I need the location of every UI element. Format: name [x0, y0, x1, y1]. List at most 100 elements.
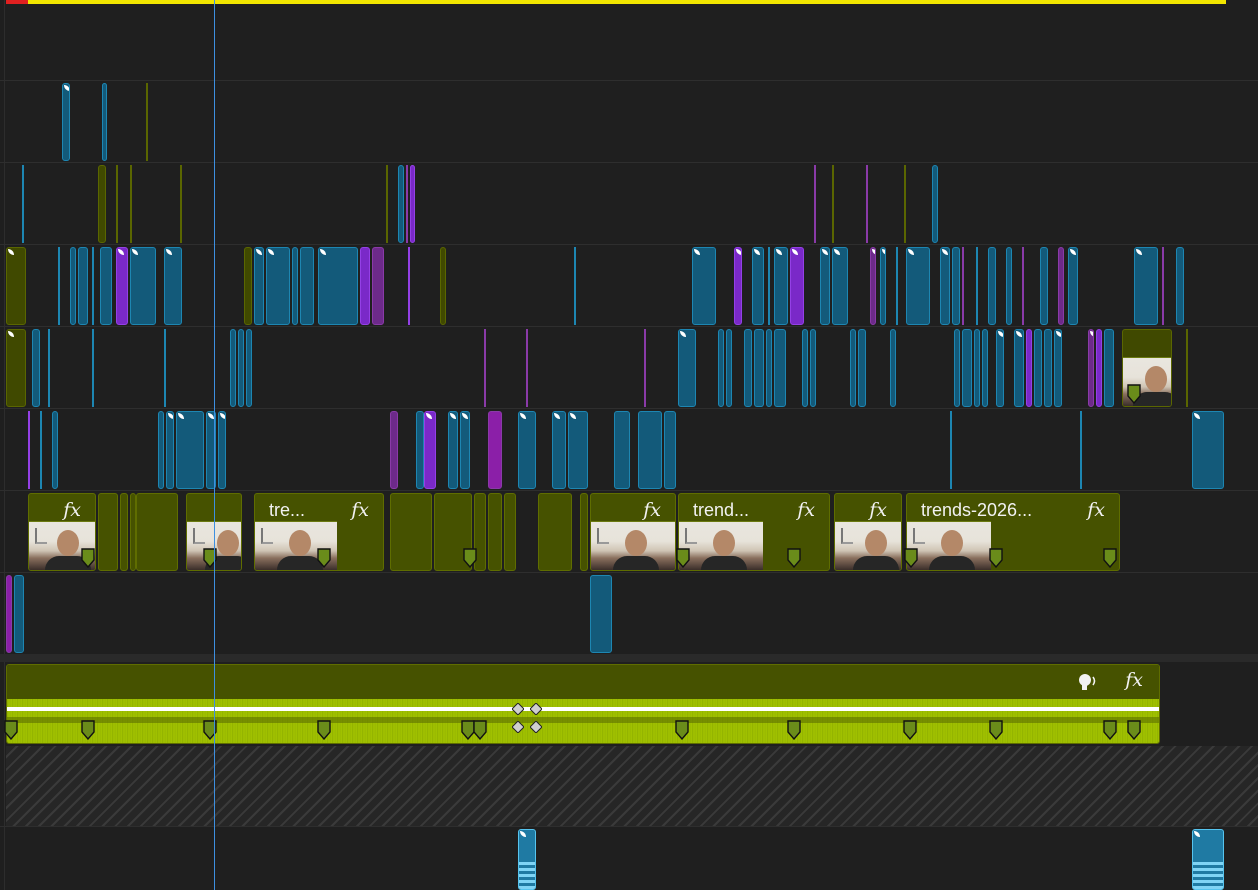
clip[interactable]: [398, 165, 404, 243]
clip[interactable]: [410, 165, 415, 243]
clip-thin[interactable]: [896, 247, 898, 325]
audio-marker-icon[interactable]: [81, 720, 95, 740]
clip[interactable]: [238, 329, 244, 407]
clip[interactable]: [692, 247, 716, 325]
clip[interactable]: [568, 411, 588, 489]
clip-thin[interactable]: [40, 411, 42, 489]
keyframe-marker-icon[interactable]: [81, 548, 95, 568]
clip[interactable]: [1058, 247, 1064, 325]
clip[interactable]: [1044, 329, 1052, 407]
clip[interactable]: [70, 247, 76, 325]
clip[interactable]: [954, 329, 960, 407]
clip-thin[interactable]: [408, 247, 410, 325]
audio-clip[interactable]: fx: [6, 664, 1160, 744]
in-marker[interactable]: [6, 0, 28, 4]
clip[interactable]: [230, 329, 236, 407]
clip[interactable]: [372, 247, 384, 325]
clip[interactable]: [266, 247, 290, 325]
clip[interactable]: [62, 83, 70, 161]
clip[interactable]: [78, 247, 88, 325]
clip[interactable]: [974, 329, 980, 407]
clip[interactable]: [1192, 411, 1224, 489]
clip-thin[interactable]: [116, 165, 118, 243]
clip[interactable]: [1026, 329, 1032, 407]
keyframe-marker-icon[interactable]: [676, 548, 690, 568]
clip-olive-thin[interactable]: [146, 83, 148, 161]
fx-badge-icon[interactable]: fx: [869, 499, 887, 521]
audio-marker-icon[interactable]: [317, 720, 331, 740]
clip-thin[interactable]: [832, 165, 834, 243]
clip[interactable]: [1014, 329, 1024, 407]
clip-thin[interactable]: [1186, 329, 1188, 407]
video-clip[interactable]: [488, 493, 502, 571]
clip-thin[interactable]: [1080, 411, 1082, 489]
clip[interactable]: [300, 247, 314, 325]
clip[interactable]: [158, 411, 164, 489]
clip[interactable]: [726, 329, 732, 407]
clip[interactable]: [832, 247, 848, 325]
clip-thin[interactable]: [768, 247, 770, 325]
clip[interactable]: [218, 411, 226, 489]
clip-thin[interactable]: [92, 247, 94, 325]
clip[interactable]: [802, 329, 808, 407]
clip-thin[interactable]: [28, 411, 30, 489]
clip[interactable]: [790, 247, 804, 325]
clip[interactable]: [176, 411, 204, 489]
volume-rubber-band[interactable]: [7, 707, 1159, 711]
playhead[interactable]: [214, 0, 215, 890]
clip[interactable]: [744, 329, 752, 407]
clip[interactable]: [14, 575, 24, 653]
audio-marker-icon[interactable]: [787, 720, 801, 740]
voice-enhance-icon[interactable]: [1077, 672, 1099, 692]
clip-thin[interactable]: [814, 165, 816, 243]
clip-thin[interactable]: [22, 165, 24, 243]
clip[interactable]: [244, 247, 252, 325]
clip[interactable]: [766, 329, 772, 407]
clip-thin[interactable]: [58, 247, 60, 325]
timeline-panel[interactable]: fx tre... fx fx trend... fx fx trends-20…: [0, 0, 1258, 890]
clip[interactable]: [390, 411, 398, 489]
clip-thin[interactable]: [526, 329, 528, 407]
clip[interactable]: [246, 329, 252, 407]
clip[interactable]: [752, 247, 764, 325]
clip-thin[interactable]: [48, 329, 50, 407]
clip[interactable]: [1134, 247, 1158, 325]
clip[interactable]: [754, 329, 764, 407]
audio-marker-icon[interactable]: [1103, 720, 1117, 740]
clip[interactable]: [906, 247, 930, 325]
clip[interactable]: [518, 411, 536, 489]
clip-thin[interactable]: [644, 329, 646, 407]
clip[interactable]: [440, 247, 446, 325]
volume-keyframe-icon[interactable]: [529, 702, 543, 716]
video-clip[interactable]: [504, 493, 516, 571]
fx-badge-icon[interactable]: fx: [351, 499, 369, 521]
keyframe-marker-icon[interactable]: [1127, 384, 1141, 404]
clip[interactable]: [1096, 329, 1102, 407]
audio-marker-icon[interactable]: [473, 720, 487, 740]
volume-keyframe-icon[interactable]: [529, 720, 543, 734]
clip[interactable]: [774, 329, 786, 407]
clip[interactable]: [858, 329, 866, 407]
clip-thin[interactable]: [180, 165, 182, 243]
clip-thin[interactable]: [406, 165, 408, 243]
fx-badge-icon[interactable]: fx: [797, 499, 815, 521]
clip[interactable]: [1104, 329, 1114, 407]
clip[interactable]: [164, 247, 182, 325]
clip-thin[interactable]: [976, 247, 978, 325]
clip[interactable]: [6, 247, 26, 325]
keyframe-marker-icon[interactable]: [1103, 548, 1117, 568]
clip[interactable]: [254, 247, 264, 325]
clip[interactable]: [820, 247, 830, 325]
clip[interactable]: [940, 247, 950, 325]
clip-thin[interactable]: [1022, 247, 1024, 325]
clip[interactable]: [1054, 329, 1062, 407]
clip-thin[interactable]: [484, 329, 486, 407]
audio-clip-small[interactable]: [518, 829, 536, 890]
clip[interactable]: [870, 247, 876, 325]
clip[interactable]: [6, 575, 12, 653]
clip[interactable]: [996, 329, 1004, 407]
clip[interactable]: [982, 329, 988, 407]
clip[interactable]: [962, 329, 972, 407]
keyframe-marker-icon[interactable]: [989, 548, 1003, 568]
clip[interactable]: [100, 247, 112, 325]
